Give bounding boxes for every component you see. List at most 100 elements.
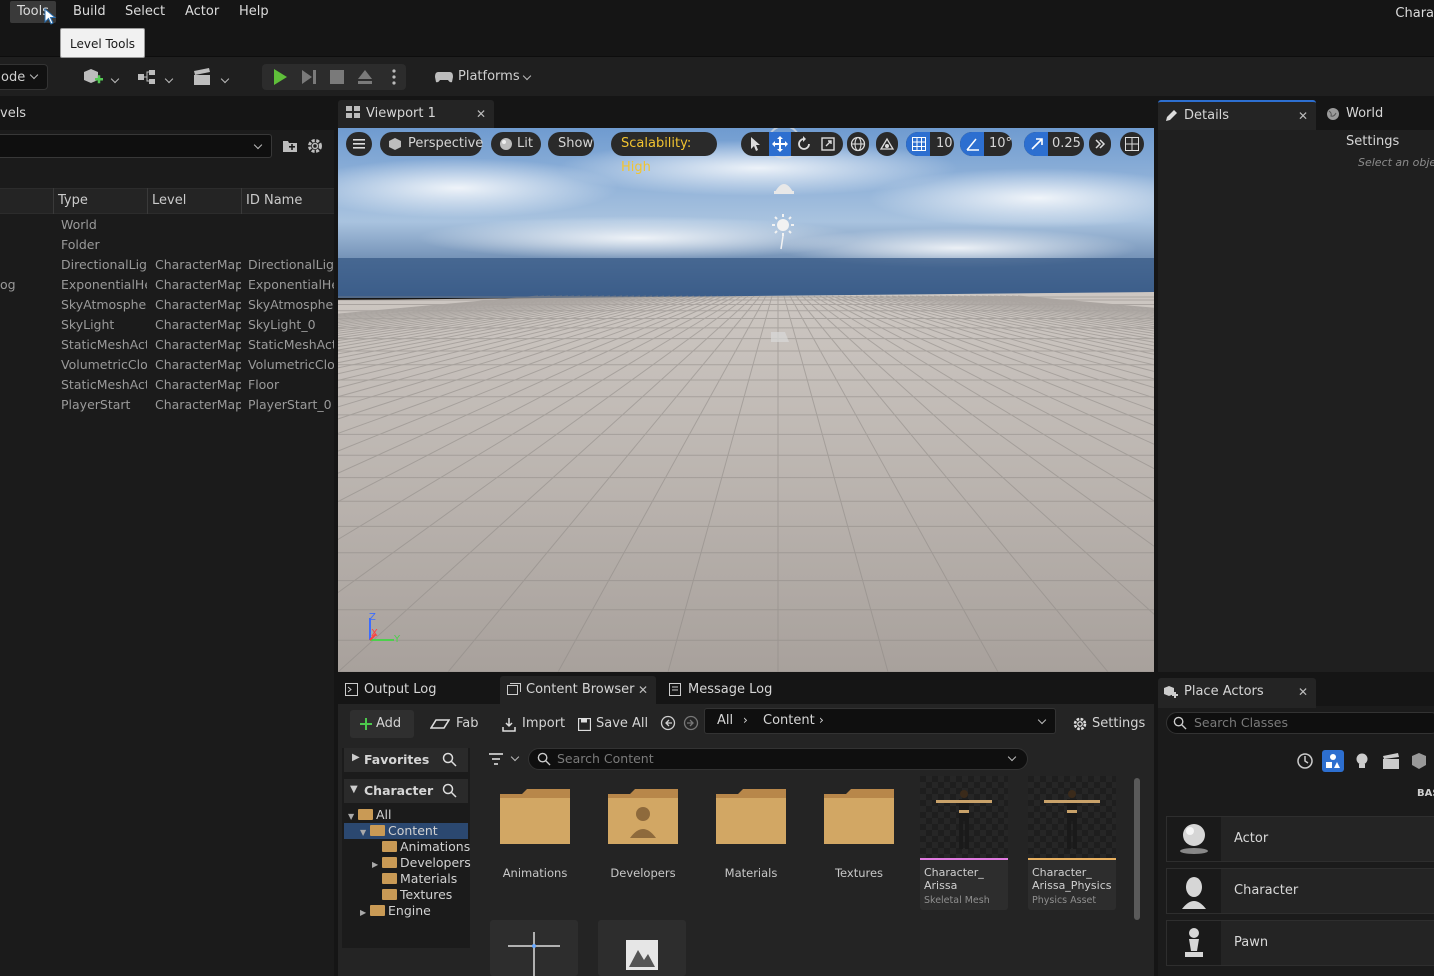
import-button[interactable]: Import xyxy=(500,710,572,738)
close-icon[interactable]: ✕ xyxy=(476,100,486,128)
show-button[interactable]: Show xyxy=(548,132,594,156)
filter-button[interactable] xyxy=(486,748,522,770)
tree-item-textures[interactable]: Textures xyxy=(372,887,452,903)
folder-tile-textures[interactable]: Textures xyxy=(818,784,900,880)
tree-item-content[interactable]: ▼ Content xyxy=(360,823,438,839)
search-classes-input[interactable]: Search Classes xyxy=(1166,712,1434,734)
lightbulb-icon[interactable] xyxy=(1354,752,1370,770)
tree-item-engine[interactable]: ▶ Engine xyxy=(360,903,431,919)
column-type[interactable]: Type xyxy=(58,190,88,212)
viewport-options-button[interactable] xyxy=(346,132,372,156)
mode-dropdown[interactable]: ode xyxy=(0,64,48,90)
table-row[interactable]: SkyAtmospher CharacterMap SkyAtmospher xyxy=(0,295,334,315)
kebab-menu-icon[interactable] xyxy=(391,68,397,86)
table-row[interactable]: og ExponentialHei CharacterMap ExponentialH… xyxy=(0,275,334,295)
settings-button[interactable]: Settings xyxy=(1070,710,1154,738)
select-arrow-icon[interactable] xyxy=(749,136,763,152)
tree-item-developers[interactable]: ▶ Developers xyxy=(372,855,471,871)
viewport-layout-button[interactable] xyxy=(1120,132,1144,156)
world-settings-tab[interactable]: World Settings xyxy=(1320,100,1434,149)
gear-icon[interactable] xyxy=(306,137,324,155)
content-browser-tab[interactable]: Content Browser ✕ xyxy=(500,676,656,706)
table-row[interactable]: PlayerStart CharacterMap PlayerStart_0 xyxy=(0,395,334,415)
fab-button[interactable]: Fab xyxy=(430,710,486,738)
back-arrow-icon[interactable] xyxy=(660,715,676,731)
menu-help[interactable]: Help xyxy=(232,1,276,23)
search-icon[interactable] xyxy=(442,752,457,767)
asset-tile-skeleton[interactable] xyxy=(490,920,578,976)
outliner-search-input[interactable] xyxy=(0,134,272,158)
table-row[interactable]: Folder xyxy=(0,235,334,255)
chevron-down-icon[interactable]: ▼ xyxy=(360,825,370,841)
table-row[interactable]: StaticMeshActo CharacterMap Floor xyxy=(0,375,334,395)
content-scrollbar[interactable] xyxy=(1134,778,1140,920)
chevron-right-icon[interactable]: ▶ xyxy=(360,905,370,921)
platforms-button[interactable]: Platforms xyxy=(432,64,532,90)
content-search-input[interactable]: Search Content xyxy=(528,748,1028,770)
cinematic-icon[interactable] xyxy=(1382,752,1400,770)
place-actor-pawn[interactable]: Pawn xyxy=(1166,920,1434,966)
asset-tile-arissa[interactable]: Character_ Arissa Skeletal Mesh xyxy=(920,776,1008,910)
column-level[interactable]: Level xyxy=(152,190,186,212)
place-actor-character[interactable]: Character xyxy=(1166,868,1434,914)
add-folder-icon[interactable] xyxy=(282,138,298,154)
visual-effects-icon[interactable] xyxy=(1410,752,1428,770)
close-icon[interactable]: ✕ xyxy=(1298,678,1308,706)
table-row[interactable]: SkyLight CharacterMap SkyLight_0 xyxy=(0,315,334,335)
rotate-icon[interactable] xyxy=(796,136,812,152)
surface-snap-button[interactable] xyxy=(876,132,898,156)
chevron-down-icon[interactable]: ▼ xyxy=(348,809,358,825)
scale-snap-button[interactable]: 0.25 xyxy=(1024,132,1084,156)
folder-tile-materials[interactable]: Materials xyxy=(710,784,792,880)
tree-item-animations[interactable]: Animations xyxy=(372,839,470,855)
close-icon[interactable]: ✕ xyxy=(1298,102,1308,130)
menu-build[interactable]: Build xyxy=(66,1,113,23)
table-row[interactable]: VolumetricClou CharacterMap VolumetricClou xyxy=(0,355,334,375)
perspective-button[interactable]: Perspective xyxy=(380,132,483,156)
blueprint-button[interactable] xyxy=(136,64,176,90)
basic-category-button[interactable] xyxy=(1322,750,1344,772)
breadcrumb-all[interactable]: All xyxy=(717,713,733,728)
viewport-tab[interactable]: Viewport 1 ✕ xyxy=(338,100,494,130)
save-all-button[interactable]: Save All xyxy=(576,710,656,738)
recent-icon[interactable] xyxy=(1296,752,1314,770)
angle-snap-button[interactable]: 10° xyxy=(960,132,1012,156)
add-button[interactable]: Add xyxy=(350,710,414,738)
place-actor-actor[interactable]: Actor xyxy=(1166,816,1434,862)
details-tab[interactable]: Details ✕ xyxy=(1158,100,1316,130)
project-header[interactable]: ▼ CharacterPr xyxy=(344,779,468,803)
eject-icon[interactable] xyxy=(355,67,375,87)
translate-tool[interactable] xyxy=(769,132,791,156)
menu-select[interactable]: Select xyxy=(118,1,172,23)
table-row[interactable]: World xyxy=(0,215,334,235)
output-log-tab[interactable]: Output Log xyxy=(338,676,496,706)
lit-button[interactable]: Lit xyxy=(491,132,541,156)
menu-actor[interactable]: Actor xyxy=(178,1,226,23)
play-icon[interactable] xyxy=(270,67,290,87)
message-log-tab[interactable]: Message Log xyxy=(662,676,802,706)
more-options-button[interactable] xyxy=(1089,132,1111,156)
place-actors-tab[interactable]: Place Actors ✕ xyxy=(1158,678,1316,708)
folder-tile-developers[interactable]: Developers xyxy=(602,784,684,880)
cinematics-button[interactable] xyxy=(192,64,232,90)
breadcrumb-content[interactable]: Content xyxy=(763,713,815,728)
scale-icon[interactable] xyxy=(821,137,835,151)
table-row[interactable]: DirectionalLigh CharacterMap DirectionalLi… xyxy=(0,255,334,275)
column-id-name[interactable]: ID Name xyxy=(246,190,302,212)
favorites-header[interactable]: ▶ Favorites xyxy=(344,748,468,772)
folder-tile-animations[interactable]: Animations xyxy=(494,784,576,880)
advance-frame-icon[interactable] xyxy=(299,67,319,87)
close-icon[interactable]: ✕ xyxy=(638,676,648,704)
outliner-tab[interactable]: vels xyxy=(0,100,292,130)
grid-snap-button[interactable]: 10 xyxy=(906,132,954,156)
level-viewport[interactable]: Z X Y xyxy=(338,128,1154,672)
tree-item-all[interactable]: ▼ All xyxy=(348,807,392,823)
scalability-button[interactable]: Scalability: High xyxy=(611,132,717,175)
search-icon[interactable] xyxy=(442,783,457,798)
asset-tile-arissa-physics[interactable]: Character_ Arissa_Physics Physics Asset xyxy=(1028,776,1116,910)
tree-item-materials[interactable]: Materials xyxy=(372,871,457,887)
forward-arrow-icon[interactable] xyxy=(683,715,699,731)
world-local-button[interactable] xyxy=(847,132,869,156)
stop-icon[interactable] xyxy=(327,67,347,87)
table-row[interactable]: StaticMeshActo CharacterMap StaticMeshAct xyxy=(0,335,334,355)
